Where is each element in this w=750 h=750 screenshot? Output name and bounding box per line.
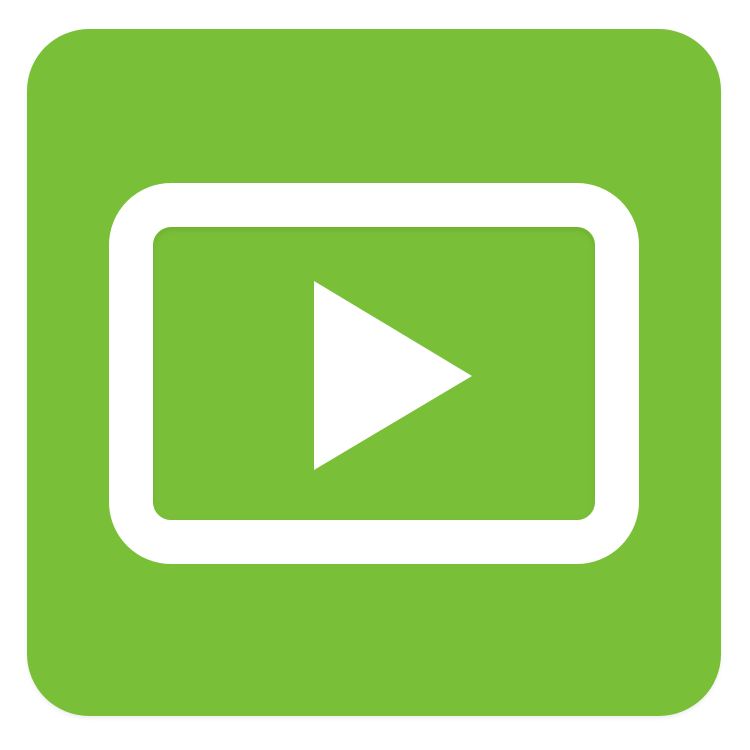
video-player-app-icon[interactable] — [27, 29, 721, 716]
icon-canvas — [0, 0, 750, 750]
video-frame-icon — [109, 183, 639, 564]
